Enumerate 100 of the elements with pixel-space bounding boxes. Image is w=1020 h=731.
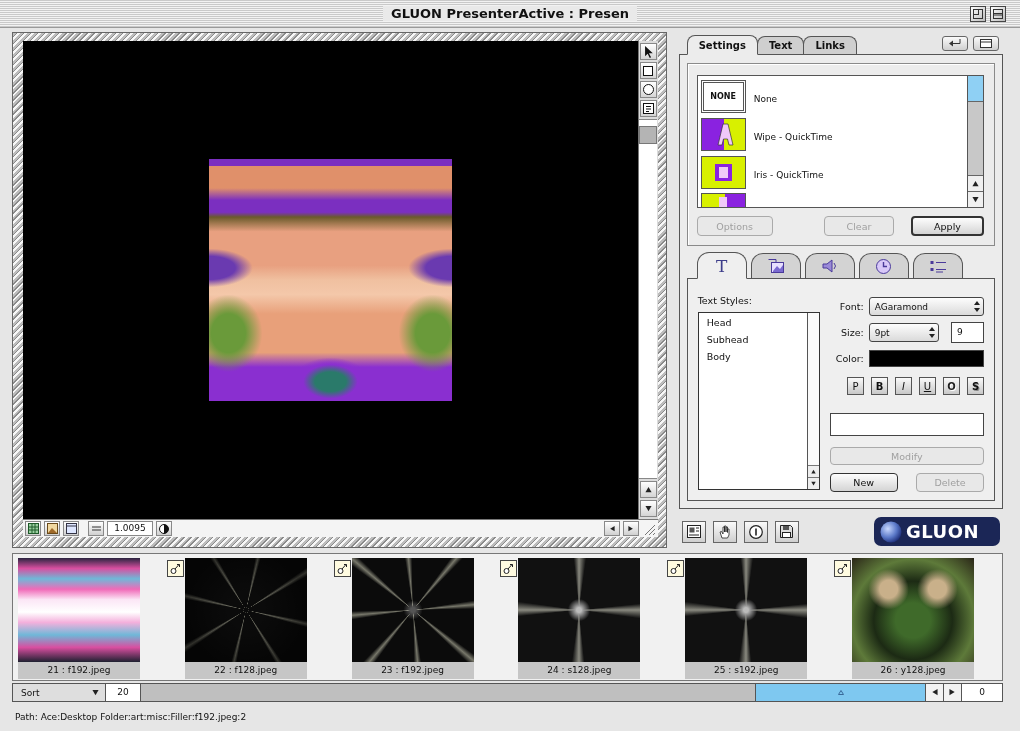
window-button[interactable] bbox=[973, 35, 999, 51]
link-button[interactable] bbox=[500, 560, 518, 577]
text-style-button[interactable]: S bbox=[967, 377, 984, 395]
scroll-up-button[interactable] bbox=[807, 465, 819, 477]
right-arrow-icon bbox=[627, 525, 634, 532]
transition-label: Iris - QuickTime bbox=[753, 170, 824, 182]
collapse-box-button[interactable] bbox=[990, 5, 1006, 22]
transition-item[interactable]: Wipe - QuickTime bbox=[700, 117, 964, 151]
hand-button[interactable] bbox=[712, 520, 737, 543]
scroll-down-button[interactable] bbox=[807, 477, 819, 489]
circle-arrow-icon bbox=[336, 563, 348, 574]
scroll-down-button[interactable] bbox=[968, 191, 983, 207]
down-arrow-icon bbox=[644, 505, 652, 512]
left-arrow-icon bbox=[608, 525, 615, 532]
clock-icon bbox=[876, 258, 892, 274]
style-action-button[interactable]: New bbox=[829, 473, 898, 492]
photo-placeholder[interactable] bbox=[18, 558, 140, 662]
oval-tool-button[interactable] bbox=[639, 81, 657, 98]
list-scrollbar[interactable] bbox=[806, 313, 819, 489]
up-down-arrows-icon bbox=[928, 327, 935, 338]
path-text: Path: Ace:Desktop Folder:art:misc:Filler:f192.jpeg:2 bbox=[15, 711, 247, 722]
color-swatch[interactable] bbox=[868, 350, 984, 367]
layout-button[interactable] bbox=[681, 520, 706, 543]
back-button[interactable] bbox=[942, 35, 968, 51]
pointer-icon bbox=[643, 45, 653, 58]
link-button[interactable] bbox=[834, 560, 851, 577]
text-style-button[interactable]: U bbox=[919, 377, 936, 395]
speaker-icon bbox=[821, 259, 838, 273]
scroll-right-button[interactable] bbox=[622, 521, 639, 536]
frame-icon bbox=[642, 103, 654, 114]
editor-tab[interactable]: T bbox=[696, 252, 747, 279]
vertical-scrollbar[interactable] bbox=[639, 119, 658, 479]
zoom-field[interactable]: 1.0095 bbox=[107, 521, 153, 536]
picture-view-button[interactable] bbox=[44, 521, 60, 536]
text-style-button[interactable]: P bbox=[847, 377, 864, 395]
down-arrow-icon bbox=[972, 196, 979, 203]
text-styles-label: Text Styles: bbox=[697, 295, 753, 306]
scroll-left-button[interactable] bbox=[603, 521, 620, 536]
window-title: GLUON PresenterActive : Presen bbox=[382, 6, 638, 21]
circle-arrow-icon bbox=[837, 563, 848, 574]
thumbnail-caption: 26 : y128.jpeg bbox=[852, 662, 974, 679]
circle-icon bbox=[642, 84, 654, 95]
scroll-up-button[interactable] bbox=[968, 175, 983, 191]
size-field[interactable]: 9 bbox=[951, 322, 984, 343]
scrollbar-thumb[interactable] bbox=[639, 126, 658, 144]
list-scrollbar[interactable] bbox=[967, 76, 983, 207]
zoom-box-button[interactable] bbox=[970, 5, 986, 22]
equals-icon bbox=[91, 526, 101, 531]
pointer-tool-button[interactable] bbox=[639, 43, 657, 60]
window-view-button[interactable] bbox=[63, 521, 79, 536]
iris-transition-icon bbox=[700, 156, 746, 189]
transition-item[interactable]: Iris - QuickTime bbox=[700, 155, 964, 189]
window-icon bbox=[65, 523, 77, 534]
editor-tab[interactable] bbox=[804, 253, 855, 278]
text-style-button[interactable]: I bbox=[895, 377, 912, 395]
panel-tab[interactable]: Links bbox=[803, 36, 857, 54]
square-icon bbox=[643, 65, 654, 76]
panel-tab[interactable]: Text bbox=[756, 36, 805, 54]
save-button[interactable] bbox=[774, 520, 799, 543]
editor-tab[interactable] bbox=[750, 253, 801, 278]
wipe-transition-icon bbox=[700, 118, 746, 151]
text-style-button[interactable]: O bbox=[943, 377, 960, 395]
transition-button[interactable]: Apply bbox=[911, 216, 984, 236]
transition-label: None bbox=[753, 94, 778, 106]
link-button[interactable] bbox=[166, 560, 184, 577]
text-style-item[interactable]: Head bbox=[706, 317, 799, 328]
up-arrow-icon bbox=[972, 180, 979, 187]
zoom-reset-button[interactable] bbox=[88, 521, 104, 536]
link-button[interactable] bbox=[667, 560, 685, 577]
collapse-box-icon bbox=[993, 8, 1003, 19]
thumbnail-caption: 21 : f192.jpeg bbox=[18, 662, 140, 679]
half-circle-icon bbox=[159, 523, 169, 534]
info-button[interactable] bbox=[743, 520, 768, 543]
text-style-item[interactable]: Body bbox=[706, 351, 799, 362]
font-dropdown[interactable]: AGaramond bbox=[868, 297, 984, 316]
editor-tab[interactable] bbox=[858, 253, 909, 278]
grid-view-button[interactable] bbox=[25, 521, 41, 536]
text-style-item[interactable]: Subhead bbox=[706, 334, 799, 345]
transition-item[interactable]: NONE None bbox=[700, 79, 964, 113]
thumbnail-caption: 23 : f192.jpeg bbox=[351, 662, 474, 679]
zoom-menu-button[interactable] bbox=[156, 521, 172, 536]
link-button[interactable] bbox=[333, 560, 351, 577]
editor-tab[interactable] bbox=[912, 253, 963, 278]
scroll-down-button[interactable] bbox=[639, 500, 657, 517]
scrollbar-thumb[interactable] bbox=[968, 76, 983, 102]
grid-icon bbox=[27, 523, 39, 534]
panel-tab[interactable]: Settings bbox=[686, 35, 758, 55]
zoom-box-icon bbox=[973, 8, 983, 19]
style-name-field[interactable] bbox=[829, 413, 984, 436]
scroll-up-button[interactable] bbox=[639, 481, 657, 498]
size-dropdown[interactable]: 9pt bbox=[868, 323, 939, 342]
circle-arrow-icon bbox=[670, 563, 682, 574]
frame-tool-button[interactable] bbox=[639, 100, 657, 117]
rectangle-tool-button[interactable] bbox=[639, 62, 657, 79]
text-style-button[interactable]: B bbox=[871, 377, 888, 395]
up-down-arrows-icon bbox=[974, 301, 980, 312]
transition-label: Wipe - QuickTime bbox=[753, 132, 833, 144]
photo-placeholder[interactable] bbox=[852, 558, 974, 662]
hand-icon bbox=[718, 524, 731, 539]
circle-arrow-icon bbox=[169, 563, 181, 574]
